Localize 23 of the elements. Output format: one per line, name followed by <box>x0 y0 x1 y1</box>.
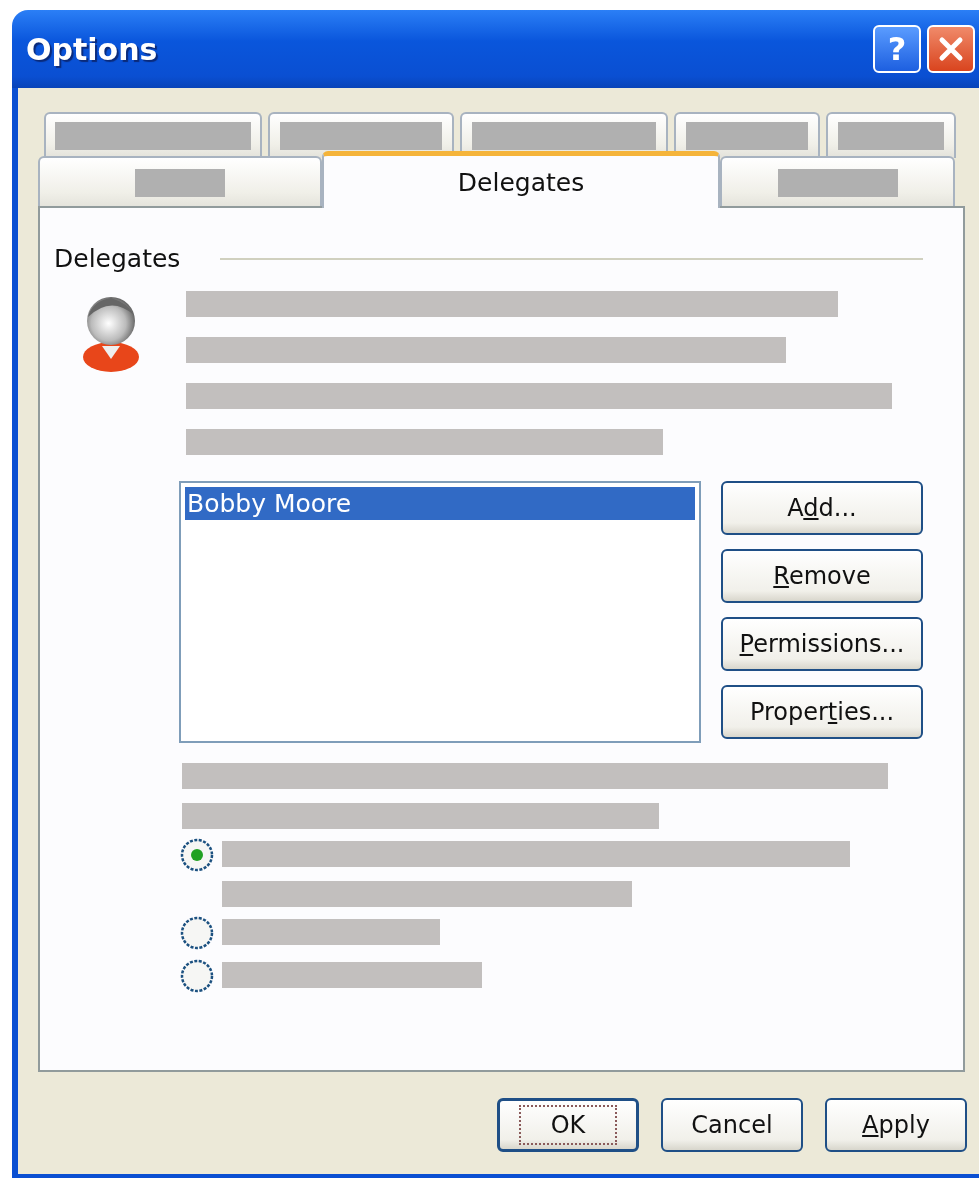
dialog-button[interactable]: Permissions... <box>721 617 923 671</box>
tab[interactable] <box>826 112 956 158</box>
dialog-button[interactable]: Properties... <box>721 685 923 739</box>
tab[interactable] <box>268 112 454 158</box>
dialog-button[interactable]: OK <box>497 1098 639 1152</box>
tab[interactable] <box>674 112 820 158</box>
dialog-button[interactable]: Remove <box>721 549 923 603</box>
list-item[interactable]: Bobby Moore <box>185 487 695 520</box>
radio-button[interactable] <box>180 916 214 950</box>
close-button[interactable] <box>927 25 975 73</box>
delegates-list[interactable]: Bobby Moore <box>179 481 701 743</box>
dialog-button[interactable]: Add... <box>721 481 923 535</box>
help-button[interactable]: ? <box>873 25 921 73</box>
group-title: Delegates <box>54 244 181 273</box>
tab[interactable] <box>38 156 322 208</box>
dialog-button[interactable]: Cancel <box>661 1098 803 1152</box>
tab[interactable]: Delegates <box>322 151 720 208</box>
tab[interactable] <box>720 156 955 208</box>
tab[interactable] <box>44 112 262 158</box>
dialog-button[interactable]: Apply <box>825 1098 967 1152</box>
radio-button[interactable] <box>180 959 214 993</box>
window-title: Options <box>26 31 158 67</box>
radio-button[interactable] <box>180 838 214 872</box>
